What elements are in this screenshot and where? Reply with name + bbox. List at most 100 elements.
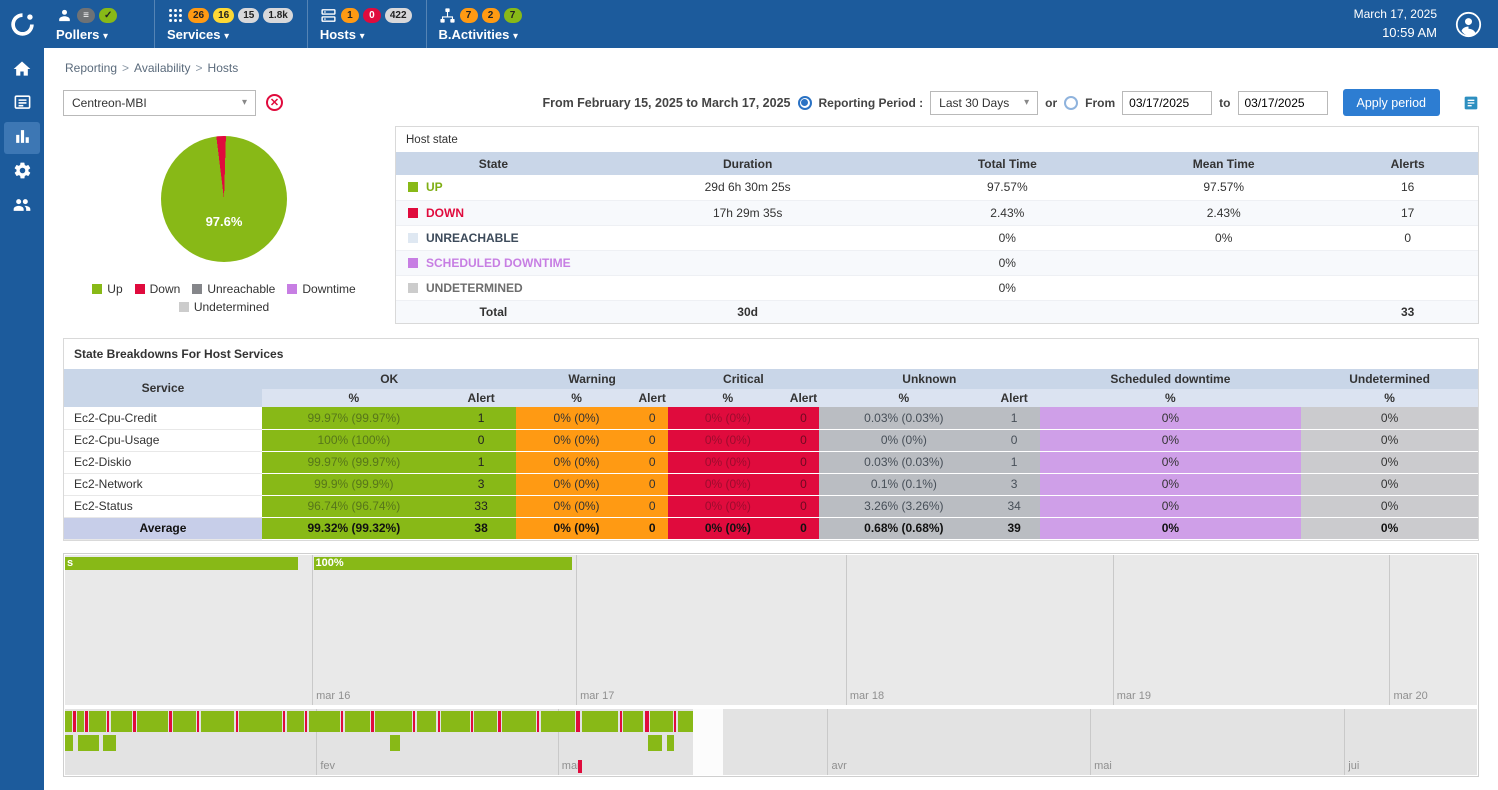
table-row: UNDETERMINED0% — [396, 275, 1478, 300]
breakdown-cell: 0 — [788, 429, 819, 451]
host-select[interactable]: Centreon-MBI ▾ — [63, 90, 256, 116]
breakdown-cell: 0 — [637, 407, 668, 429]
user-icon[interactable] — [1455, 11, 1482, 38]
service-name: Ec2-Cpu-Usage — [64, 429, 262, 451]
duration-cell — [591, 275, 905, 300]
services-badge: 26 — [188, 8, 209, 23]
overview-segment — [169, 711, 171, 732]
reporting-period-radio[interactable] — [798, 96, 812, 110]
legend-label: Unreachable — [207, 282, 275, 296]
service-name: Ec2-Cpu-Credit — [64, 407, 262, 429]
breakdown-sub-header: Alert — [446, 389, 517, 407]
breakdown-cell: 0% (0%) — [516, 495, 636, 517]
period-select-value: Last 30 Days — [939, 96, 1009, 110]
breakdown-cell: 0% — [1040, 407, 1302, 429]
legend-item-up: Up — [92, 282, 122, 296]
breakdown-cell: 0% — [1040, 495, 1302, 517]
from-date-input[interactable] — [1122, 91, 1212, 115]
to-date-input[interactable] — [1238, 91, 1328, 115]
overview-segment — [582, 711, 619, 732]
export-icon[interactable] — [1463, 95, 1479, 111]
breakdown-cell: 99.97% (99.97%) — [262, 407, 446, 429]
axis-date-label: mar 20 — [1389, 690, 1427, 702]
table-row: DOWN17h 29m 35s2.43%2.43%17 — [396, 200, 1478, 225]
breakdown-sub-header: % — [819, 389, 989, 407]
overview-segment — [197, 711, 199, 732]
host-select-value: Centreon-MBI — [72, 96, 147, 110]
breakdown-cell: 0% (0%) — [516, 451, 636, 473]
alerts-cell: 16 — [1337, 175, 1478, 200]
gridline — [576, 555, 577, 705]
centreon-logo[interactable] — [0, 0, 44, 48]
menu-pollers[interactable]: ≡✓Pollers ▾ — [44, 0, 154, 48]
menu-bactivities[interactable]: 727B.Activities ▾ — [426, 0, 536, 48]
period-select[interactable]: Last 30 Days ▾ — [930, 91, 1038, 115]
breadcrumb-link-availability[interactable]: Availability — [134, 61, 190, 75]
overview-segment — [474, 711, 497, 732]
sidebar-item-console[interactable] — [4, 88, 40, 120]
menu-label: B.Activities ▾ — [439, 27, 522, 42]
breakdown-table: ServiceOKWarningCriticalUnknownScheduled… — [64, 369, 1478, 540]
availability-bar: s — [65, 557, 298, 570]
sidebar-item-people[interactable] — [4, 190, 40, 222]
menu-services[interactable]: 2616151.8kServices ▾ — [154, 0, 307, 48]
axis-date-label: mar 17 — [576, 690, 614, 702]
breakdown-sub-header: Alert — [637, 389, 668, 407]
overview-segment — [390, 735, 400, 751]
gridline — [1389, 555, 1390, 705]
overview-segment — [309, 711, 340, 732]
menu-label: Pollers ▾ — [56, 27, 140, 42]
legend-label: Downtime — [302, 282, 355, 296]
legend-item-undetermined: Undetermined — [179, 300, 269, 314]
overview-segment — [645, 711, 649, 732]
pie-value-label: 97.6% — [161, 214, 287, 229]
host-state-header: Mean Time — [1110, 152, 1337, 175]
breakdown-cell: 38 — [446, 517, 517, 539]
b.activities-badge: 7 — [460, 8, 478, 23]
overview-selection-handle[interactable] — [693, 709, 723, 775]
custom-period-radio[interactable] — [1064, 96, 1078, 110]
overview-segment — [78, 735, 99, 751]
breakdown-cell: 0 — [788, 473, 819, 495]
sidebar-item-chart[interactable] — [4, 122, 40, 154]
overview-segment — [73, 711, 75, 732]
apply-period-button[interactable]: Apply period — [1343, 89, 1441, 116]
average-row: Average99.32% (99.32%)380% (0%)00% (0%)0… — [64, 517, 1478, 539]
menu-hosts[interactable]: 10422Hosts ▾ — [307, 0, 426, 48]
legend-swatch — [179, 302, 189, 312]
overview-segment — [85, 711, 87, 732]
sidebar-item-home[interactable] — [4, 54, 40, 86]
gridline — [312, 555, 313, 705]
current-date: March 17, 2025 — [1354, 5, 1437, 23]
state-label: UNDETERMINED — [396, 275, 591, 300]
clear-selection-icon[interactable]: ✕ — [266, 94, 283, 111]
legend-item-down: Down — [135, 282, 181, 296]
breakdown-cell: 0% (0%) — [668, 429, 788, 451]
breakdown-cell: 0% — [1040, 429, 1302, 451]
breakdown-cell: 1 — [989, 451, 1040, 473]
clock: March 17, 2025 10:59 AM — [1354, 5, 1437, 43]
overview-segment — [65, 711, 72, 732]
breadcrumb-link-reporting[interactable]: Reporting — [65, 61, 117, 75]
breadcrumb-link-hosts[interactable]: Hosts — [208, 61, 239, 75]
hosts-badge: 0 — [363, 8, 381, 23]
timeline-overview-chart[interactable]: fevmaravrmaijui — [65, 709, 1477, 775]
breakdown-group-header: Warning — [516, 369, 667, 389]
breakdown-cell: 0 — [788, 407, 819, 429]
state-label: UP — [396, 175, 591, 200]
overview-segment — [239, 711, 281, 732]
duration-cell: 17h 29m 35s — [591, 200, 905, 225]
pollers-badge: ≡ — [77, 8, 95, 23]
state-label: UNREACHABLE — [396, 225, 591, 250]
breakdown-cell: 0 — [637, 451, 668, 473]
breakdown-sub-header: % — [516, 389, 636, 407]
b.activities-badge: 2 — [482, 8, 500, 23]
breakdown-cell: 0% — [1040, 517, 1302, 539]
sidebar-item-gear[interactable] — [4, 156, 40, 188]
breakdown-cell: 99.32% (99.32%) — [262, 517, 446, 539]
timeline-detail-chart[interactable]: mar 16mar 17mar 18mar 19mar 20s100% — [65, 555, 1477, 705]
availability-pie-section: 97.6% Up Down Unreachable Downtime Undetermi… — [63, 126, 385, 324]
breakdown-cell: 33 — [446, 495, 517, 517]
total-label: Total — [396, 300, 591, 323]
bactivities-icon — [439, 7, 456, 24]
